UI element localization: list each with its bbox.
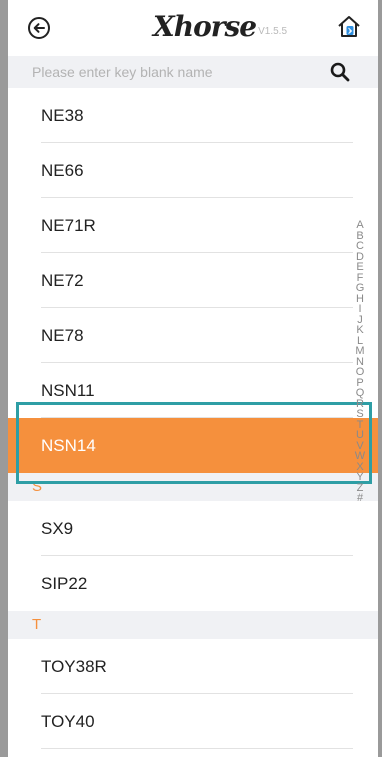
key-blank-list: NE38 NE66 NE71R NE72 NE78 NSN11 NSN14 S … [8, 88, 378, 749]
section-header-t: T [8, 611, 378, 639]
index-letter[interactable]: S [356, 409, 363, 420]
left-border [0, 0, 8, 757]
list-item-label: TOY40 [41, 712, 95, 731]
list-item[interactable]: NE78 [8, 308, 378, 363]
index-letter[interactable]: E [356, 262, 363, 273]
list-item-label: SX9 [41, 519, 74, 538]
search-icon[interactable] [328, 60, 352, 84]
list-item-label: NE78 [41, 326, 84, 345]
list-item-label: NSN11 [41, 381, 95, 400]
section-letter: T [32, 616, 42, 633]
index-letter[interactable]: U [356, 430, 364, 441]
index-letter[interactable]: Y [356, 472, 363, 483]
app-screen: Xhorse V1.5.5 NE38 NE66 NE71R NE72 NE78 … [0, 0, 382, 757]
back-arrow-icon[interactable] [26, 15, 52, 41]
brand-name: Xhorse [153, 10, 257, 43]
brand-logo: Xhorse V1.5.5 [153, 12, 287, 42]
list-item-selected[interactable]: NSN14 [8, 418, 378, 473]
app-version: V1.5.5 [258, 26, 288, 37]
list-item-label: SIP22 [41, 574, 88, 593]
top-bar: Xhorse V1.5.5 [8, 0, 378, 56]
list-item-label: NE38 [41, 106, 84, 125]
list-item-label: NE66 [41, 161, 84, 180]
index-letter[interactable]: I [358, 304, 361, 315]
index-letter[interactable]: G [356, 283, 365, 294]
list-item[interactable]: NSN11 [8, 363, 378, 418]
list-item-label: NE71R [41, 216, 96, 235]
index-letter[interactable]: # [357, 493, 363, 504]
list-item[interactable]: SX9 [8, 501, 378, 556]
list-item[interactable]: SIP22 [8, 556, 378, 611]
list-item[interactable]: NE66 [8, 143, 378, 198]
list-item[interactable]: TOY40 [8, 694, 378, 749]
right-border [378, 0, 382, 757]
index-letter[interactable]: Q [356, 388, 365, 399]
index-letter[interactable]: W [355, 451, 365, 462]
index-letter[interactable]: A [356, 220, 363, 231]
divider [41, 748, 353, 749]
section-letter: S [32, 478, 43, 495]
list-item[interactable]: TOY38R [8, 639, 378, 694]
list-item[interactable]: NE38 [8, 88, 378, 143]
index-letter[interactable]: M [355, 346, 364, 357]
index-letter[interactable]: K [356, 325, 363, 336]
search-input[interactable] [8, 56, 342, 88]
list-item-label: NSN14 [41, 436, 96, 455]
list-item-label: TOY38R [41, 657, 107, 676]
list-item-label: NE72 [41, 271, 84, 290]
home-bluetooth-icon[interactable] [336, 14, 362, 40]
index-letter[interactable]: O [356, 367, 365, 378]
search-bar [8, 56, 378, 88]
section-header-s: S [8, 473, 378, 501]
list-item[interactable]: NE71R [8, 198, 378, 253]
alphabet-index[interactable]: A B C D E F G H I J K L M N O P Q R S T … [350, 220, 370, 504]
index-letter[interactable]: C [356, 241, 364, 252]
list-item[interactable]: NE72 [8, 253, 378, 308]
